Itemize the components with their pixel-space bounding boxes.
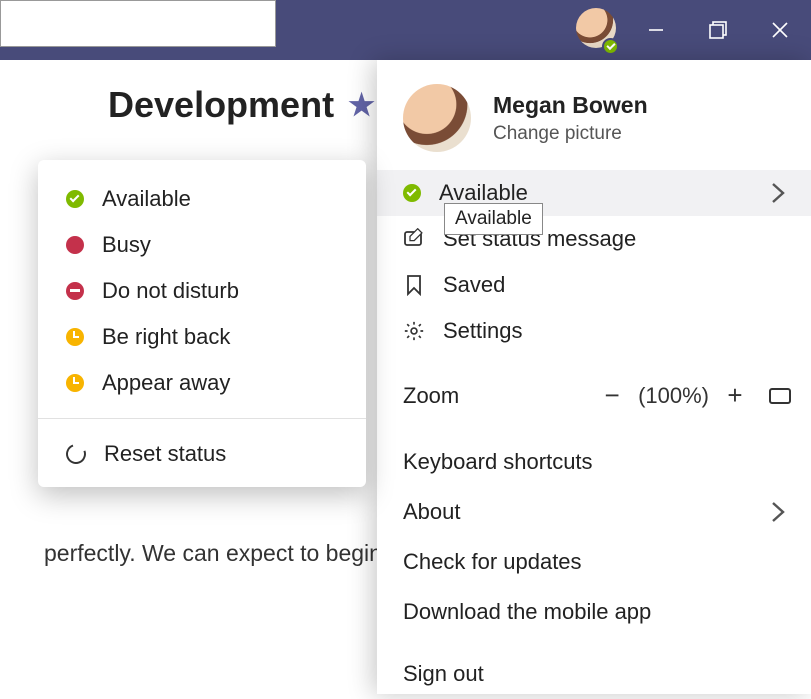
chevron-right-icon [771, 182, 785, 204]
bookmark-icon [403, 274, 425, 296]
minimize-button[interactable] [625, 0, 687, 60]
check-updates-row[interactable]: Check for updates [377, 537, 811, 587]
settings-row[interactable]: Settings [377, 308, 811, 354]
status-submenu: Available Busy Do not disturb Be right b… [38, 160, 366, 487]
favorite-star-icon[interactable]: ★ [348, 88, 375, 123]
divider [38, 418, 366, 419]
change-picture-link[interactable]: Change picture [493, 123, 648, 145]
page-title-text: Development [108, 84, 334, 126]
saved-row[interactable]: Saved [377, 262, 811, 308]
status-option-busy[interactable]: Busy [38, 222, 366, 268]
status-option-brb[interactable]: Be right back [38, 314, 366, 360]
zoom-label: Zoom [403, 383, 459, 409]
body-text-fragment: perfectly. We can expect to begin pro [44, 540, 422, 567]
fullscreen-icon[interactable] [769, 388, 791, 404]
status-row[interactable]: Available Available [377, 170, 811, 216]
zoom-row: Zoom − (100%) + [377, 366, 811, 425]
profile-name: Megan Bowen [493, 92, 648, 119]
set-status-message-row[interactable]: Set status message [377, 216, 811, 262]
profile-header: Megan Bowen Change picture [377, 60, 811, 170]
reset-icon [63, 441, 90, 468]
check-updates-label: Check for updates [403, 549, 582, 575]
dnd-icon [66, 282, 84, 300]
search-input[interactable] [0, 0, 276, 47]
status-option-label: Reset status [104, 441, 226, 467]
download-mobile-label: Download the mobile app [403, 599, 651, 625]
status-option-label: Appear away [102, 370, 230, 396]
close-button[interactable] [749, 0, 811, 60]
about-label: About [403, 499, 461, 525]
zoom-out-button[interactable]: − [592, 380, 632, 411]
status-option-dnd[interactable]: Do not disturb [38, 268, 366, 314]
status-option-label: Busy [102, 232, 151, 258]
status-option-reset[interactable]: Reset status [38, 431, 366, 477]
download-mobile-row[interactable]: Download the mobile app [377, 587, 811, 637]
status-option-away[interactable]: Appear away [38, 360, 366, 406]
zoom-in-button[interactable]: + [715, 380, 755, 411]
window-controls [625, 0, 811, 60]
status-tooltip: Available [444, 203, 543, 235]
keyboard-shortcuts-label: Keyboard shortcuts [403, 449, 593, 475]
chevron-right-icon [771, 501, 785, 523]
brb-icon [66, 328, 84, 346]
gear-icon [403, 320, 425, 342]
settings-label: Settings [443, 318, 523, 344]
presence-available-icon [602, 38, 619, 55]
sign-out-row[interactable]: Sign out [377, 649, 811, 699]
sign-out-label: Sign out [403, 661, 484, 687]
saved-label: Saved [443, 272, 505, 298]
edit-icon [403, 228, 425, 250]
title-bar [0, 0, 811, 60]
status-option-label: Be right back [102, 324, 230, 350]
keyboard-shortcuts-row[interactable]: Keyboard shortcuts [377, 437, 811, 487]
available-icon [403, 184, 421, 202]
about-row[interactable]: About [377, 487, 811, 537]
profile-avatar[interactable] [403, 84, 471, 152]
status-option-label: Available [102, 186, 191, 212]
away-icon [66, 374, 84, 392]
busy-icon [66, 236, 84, 254]
maximize-button[interactable] [687, 0, 749, 60]
status-option-label: Do not disturb [102, 278, 239, 304]
status-option-available[interactable]: Available [38, 176, 366, 222]
zoom-percent: (100%) [632, 383, 715, 409]
profile-flyout: Megan Bowen Change picture Available Ava… [377, 60, 811, 694]
available-icon [66, 190, 84, 208]
